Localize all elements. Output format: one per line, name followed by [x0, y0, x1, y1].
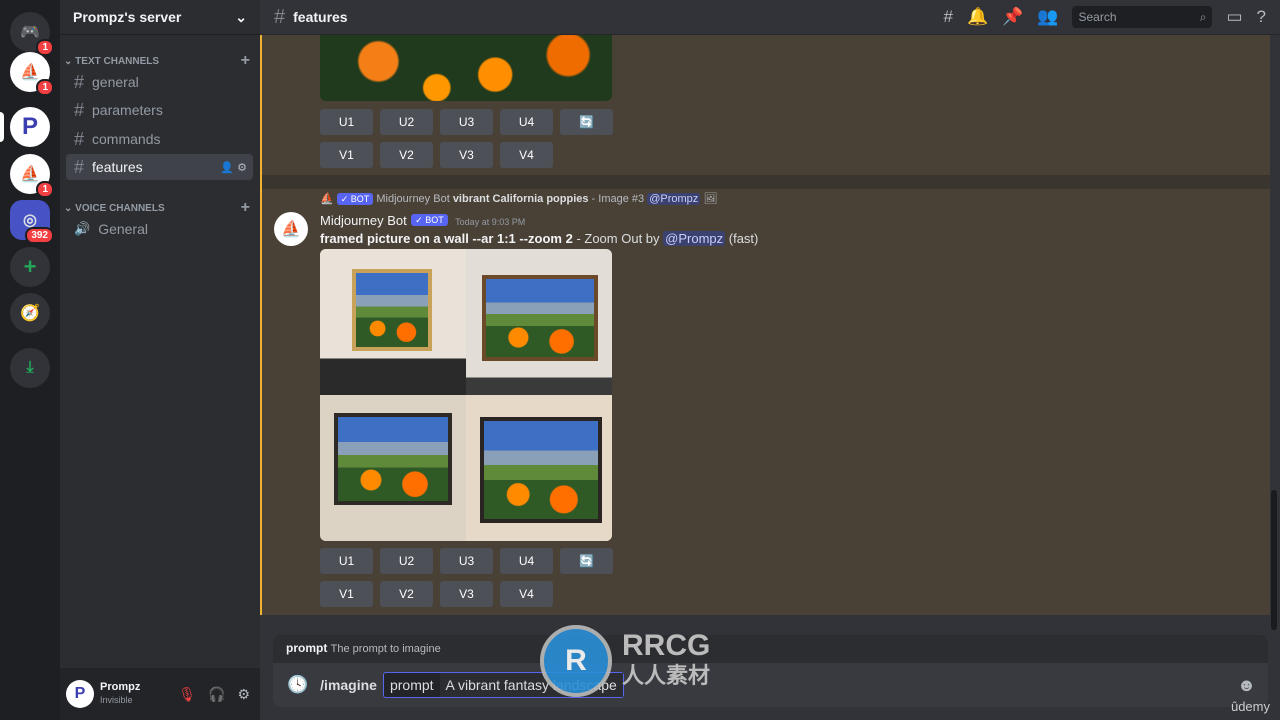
hash-icon: # [274, 5, 286, 28]
help-icon[interactable]: ? [1257, 7, 1266, 27]
members-icon[interactable]: 👥 [1037, 7, 1058, 27]
channel-header: # features # 🔔 📌 👥 Search ⌕ ▭ ? [260, 0, 1280, 35]
search-input[interactable]: Search ⌕ [1072, 6, 1213, 28]
image-1 [320, 249, 466, 395]
server-sailboat[interactable]: ⛵ 1 [10, 52, 54, 96]
emoji-icon[interactable]: ☻ [1237, 675, 1256, 696]
explore-compass-icon[interactable]: 🧭 [10, 293, 50, 333]
add-server-icon[interactable]: + [10, 247, 50, 287]
headphones-icon[interactable]: 🎧 [208, 686, 225, 703]
search-icon: ⌕ [1199, 9, 1207, 24]
message-header: Midjourney Bot ✓ BOT Today at 9:03 PM [320, 213, 526, 228]
variation-button[interactable]: V3 [440, 581, 493, 607]
image-grid-zoom-out[interactable] [320, 249, 612, 541]
image-3 [320, 395, 466, 541]
server-midjourney[interactable]: ⛵ 1 [10, 154, 54, 198]
message-divider [262, 175, 1270, 189]
server-folder[interactable]: ◎ 392 [10, 200, 54, 244]
upscale-button[interactable]: U4 [500, 548, 553, 574]
image-4 [466, 395, 612, 541]
upscale-button[interactable]: U1 [320, 109, 373, 135]
pin-icon[interactable]: 📌 [1002, 7, 1023, 27]
upscale-button[interactable]: U4 [500, 109, 553, 135]
channel-parameters[interactable]: # parameters [66, 97, 253, 123]
variation-button[interactable]: V4 [500, 581, 553, 607]
add-channel-icon[interactable]: + [241, 52, 250, 70]
chevron-down-icon: ⌄ [235, 8, 247, 25]
option-hint: prompt The prompt to imagine [286, 641, 441, 655]
message-content: framed picture on a wall --ar 1:1 --zoom… [320, 231, 759, 246]
channel-commands[interactable]: # commands [66, 126, 253, 152]
variation-button[interactable]: V1 [320, 581, 373, 607]
upscale-button[interactable]: U2 [380, 109, 433, 135]
image-2 [466, 249, 612, 395]
server-rail: 🎮 1 ⛵ 1 P ⛵ 1 ◎ 392 + 🧭 ⤓ [0, 0, 60, 720]
discord-home-icon[interactable]: 🎮 1 [10, 12, 54, 56]
user-panel: P Prompz Invisible 🎙 🎧 ⚙ [60, 668, 260, 720]
scrollbar[interactable] [1271, 490, 1277, 630]
category-text[interactable]: ⌄ TEXT CHANNELS + [64, 52, 250, 70]
udemy-watermark: ûdemy [1230, 699, 1270, 714]
server-prompz[interactable]: P [10, 107, 50, 147]
hash-icon: # [74, 156, 85, 177]
avatar[interactable]: P [66, 680, 94, 708]
variation-button[interactable]: V1 [320, 142, 373, 168]
variation-button[interactable]: V2 [380, 581, 433, 607]
upscale-button[interactable]: U2 [380, 548, 433, 574]
gear-icon[interactable]: ⚙ [237, 686, 250, 703]
voice-channel-general[interactable]: 🔊 General [66, 216, 253, 242]
variation-button[interactable]: V2 [380, 142, 433, 168]
message-list: U1 U2 U3 U4 🔄 V1 V2 V3 V4 ⛵ ✓ BOT Midjou… [260, 35, 1270, 615]
hash-icon: # [74, 128, 85, 149]
image-grid-previous[interactable] [320, 35, 612, 101]
variation-button[interactable]: V3 [440, 142, 493, 168]
bell-icon[interactable]: 🔔 [967, 7, 988, 27]
image-icon: 🖼 [703, 193, 718, 205]
command-input[interactable]: 🕓 /imagine prompt A vibrant fantasy lands… [273, 663, 1268, 707]
speaker-icon: 🔊 [74, 221, 91, 236]
selected-server-pill [0, 112, 4, 142]
channel-general[interactable]: # general [66, 69, 253, 95]
channel-sidebar: Prompz's server ⌄ ⌄ TEXT CHANNELS + # gener… [60, 0, 260, 720]
reroll-icon[interactable]: 🔄 [560, 548, 613, 574]
reply-avatar: ⛵ [320, 193, 334, 205]
message-composer: prompt The prompt to imagine 🕓 /imagine … [273, 635, 1268, 707]
hash-icon: # [74, 99, 85, 120]
invite-settings-icons[interactable]: 👤 ⚙ [220, 161, 247, 174]
download-icon[interactable]: ⤓ [10, 348, 50, 388]
add-channel-icon[interactable]: + [241, 199, 250, 217]
hash-icon: # [74, 71, 85, 92]
category-voice[interactable]: ⌄ VOICE CHANNELS + [64, 199, 250, 217]
upscale-button[interactable]: U3 [440, 109, 493, 135]
reroll-icon[interactable]: 🔄 [560, 109, 613, 135]
mute-mic-icon[interactable]: 🎙 [178, 686, 196, 703]
upscale-button[interactable]: U3 [440, 548, 493, 574]
avatar[interactable]: ⛵ [274, 212, 308, 246]
reply-reference[interactable]: ⛵ ✓ BOT Midjourney Bot vibrant Californi… [320, 192, 717, 205]
server-header[interactable]: Prompz's server ⌄ [60, 0, 260, 35]
upscale-button[interactable]: U1 [320, 548, 373, 574]
chat-area: # features # 🔔 📌 👥 Search ⌕ ▭ ? U1 U2 U3 … [260, 0, 1280, 720]
inbox-icon[interactable]: ▭ [1226, 7, 1242, 27]
variation-button[interactable]: V4 [500, 142, 553, 168]
watermark-logo: R RRCG 人人素材 [540, 625, 710, 697]
clock-icon: 🕓 [287, 675, 309, 694]
threads-icon[interactable]: # [943, 7, 952, 27]
channel-features[interactable]: # features 👤 ⚙ [66, 154, 253, 180]
